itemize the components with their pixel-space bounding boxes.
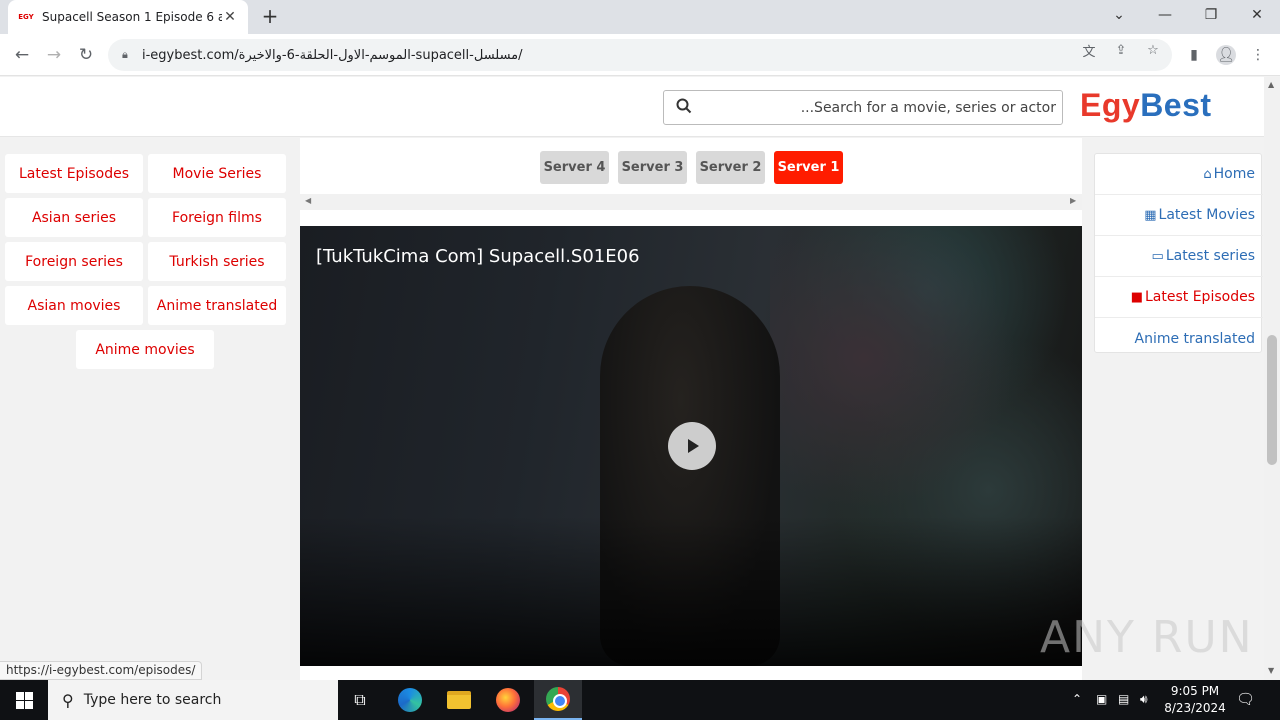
scroll-up-icon[interactable]: ▲ bbox=[1268, 80, 1274, 89]
category-turkish-series[interactable]: Turkish series bbox=[148, 242, 286, 281]
share-icon[interactable]: ⇪ bbox=[1112, 41, 1130, 59]
browser-tab[interactable]: EGY Supacell Season 1 Episode 6 and ✕ bbox=[8, 0, 248, 34]
chrome-icon bbox=[546, 687, 570, 711]
taskbar-search[interactable]: ⚲ Type here to search bbox=[48, 680, 338, 720]
video-camera-icon: ■ bbox=[1130, 289, 1143, 305]
bookmark-star-icon[interactable]: ☆ bbox=[1144, 41, 1162, 59]
scroll-down-icon[interactable]: ▼ bbox=[1268, 666, 1274, 675]
taskbar-chrome[interactable] bbox=[534, 680, 582, 720]
taskbar-file-explorer[interactable] bbox=[435, 680, 483, 720]
status-bar-url: https://i-egybest.com/episodes/ bbox=[0, 661, 203, 680]
play-icon bbox=[688, 439, 699, 453]
network-icon[interactable]: ▤ bbox=[1118, 692, 1129, 706]
new-tab-button[interactable]: + bbox=[258, 5, 282, 29]
clock-time: 9:05 PM bbox=[1170, 684, 1220, 698]
anyrun-watermark: ANY RUN bbox=[1040, 612, 1254, 663]
category-asian-movies[interactable]: Asian movies bbox=[5, 286, 143, 325]
windows-taskbar: ⚲ Type here to search ⧉ ⌃ ▣ ▤ 🔊︎ 9:05 PM… bbox=[0, 680, 1280, 720]
category-anime-translated[interactable]: Anime translated bbox=[148, 286, 286, 325]
taskbar-clock[interactable]: 9:05 PM 8/23/2024 bbox=[1160, 683, 1230, 717]
nav-anime-translated[interactable]: Anime translated bbox=[1095, 318, 1263, 359]
video-player[interactable]: [TukTukCima Com] Supacell.S01E06 bbox=[300, 226, 1082, 666]
profile-avatar-icon[interactable]: 👤︎ bbox=[1216, 45, 1236, 65]
scrollbar-thumb[interactable] bbox=[1267, 335, 1277, 465]
taskbar-edge[interactable] bbox=[386, 680, 434, 720]
side-navigation: ⌂ Home ▦ Latest Movies ▭ Latest series ■ Lat… bbox=[1094, 153, 1263, 353]
page-content: EgyBest Latest Episodes Movie Series Asi… bbox=[0, 77, 1264, 680]
category-movie-series[interactable]: Movie Series bbox=[148, 154, 286, 193]
scroll-left-icon[interactable]: ◀ bbox=[305, 196, 311, 205]
server-1-button[interactable]: Server 1 bbox=[774, 151, 843, 184]
nav-latest-movies[interactable]: ▦ Latest Movies bbox=[1095, 195, 1263, 236]
category-latest-episodes[interactable]: Latest Episodes bbox=[5, 154, 143, 193]
task-view-icon: ⧉ bbox=[354, 690, 366, 709]
nav-latest-episodes[interactable]: ■ Latest Episodes bbox=[1095, 277, 1263, 318]
search-input[interactable] bbox=[694, 99, 1056, 116]
start-button[interactable] bbox=[0, 680, 48, 720]
site-favicon-icon: EGY bbox=[18, 13, 34, 21]
tray-device-icon[interactable]: ▣ bbox=[1096, 692, 1107, 706]
nav-latest-series[interactable]: ▭ Latest series bbox=[1095, 236, 1263, 277]
lock-icon[interactable]: 🔒︎ bbox=[122, 48, 136, 62]
home-icon: ⌂ bbox=[1203, 166, 1212, 182]
clock-date: 8/23/2024 bbox=[1164, 701, 1226, 715]
film-icon: ▦ bbox=[1144, 207, 1157, 223]
site-header: EgyBest bbox=[0, 77, 1264, 137]
nav-latest-series-label: Latest series bbox=[1165, 248, 1255, 264]
taskbar-search-placeholder: Type here to search bbox=[83, 692, 222, 708]
site-search-box bbox=[663, 90, 1063, 125]
category-anime-movies[interactable]: Anime movies bbox=[76, 330, 214, 369]
tab-close-icon[interactable]: ✕ bbox=[222, 9, 238, 25]
notification-icon[interactable]: 🗨︎ bbox=[1236, 690, 1255, 708]
menu-kebab-icon[interactable]: ⋮ bbox=[1248, 45, 1268, 65]
nav-latest-episodes-label: Latest Episodes bbox=[1145, 289, 1255, 305]
vertical-scrollbar[interactable]: ▲ ▼ bbox=[1264, 77, 1280, 680]
address-bar[interactable]: 🔒︎ i-egybest.com/الموسم-الاول-الحلقة-6-و… bbox=[108, 39, 1172, 71]
tv-icon: ▭ bbox=[1151, 248, 1164, 264]
translate-icon[interactable]: 文 bbox=[1080, 41, 1098, 60]
server-selector: Server 4 Server 3 Server 2 Server 1 bbox=[300, 151, 1082, 185]
category-asian-series[interactable]: Asian series bbox=[5, 198, 143, 237]
forward-arrow-icon[interactable]: → bbox=[41, 42, 67, 68]
horizontal-scrollbar[interactable]: ◀ ▶ bbox=[300, 194, 1082, 210]
tray-chevron-icon[interactable]: ⌃ bbox=[1072, 692, 1082, 706]
category-foreign-films[interactable]: Foreign films bbox=[148, 198, 286, 237]
server-3-button[interactable]: Server 3 bbox=[618, 151, 687, 184]
search-icon: ⚲ bbox=[62, 690, 74, 710]
scroll-right-icon[interactable]: ▶ bbox=[1070, 196, 1076, 205]
task-view-button[interactable]: ⧉ bbox=[336, 680, 384, 720]
back-arrow-icon[interactable]: ← bbox=[9, 42, 35, 68]
nav-home[interactable]: ⌂ Home bbox=[1095, 154, 1263, 195]
browser-toolbar: ← → ↻ 🔒︎ i-egybest.com/الموسم-الاول-الحل… bbox=[0, 34, 1280, 76]
tab-title: Supacell Season 1 Episode 6 and bbox=[42, 10, 222, 24]
search-icon[interactable] bbox=[676, 98, 694, 118]
folder-icon bbox=[447, 691, 471, 709]
site-logo[interactable]: EgyBest bbox=[1080, 87, 1212, 124]
browser-tab-strip: EGY Supacell Season 1 Episode 6 and ✕ + … bbox=[0, 0, 1280, 34]
tab-search-chevron-icon[interactable]: ⌄ bbox=[1096, 0, 1142, 30]
edge-icon bbox=[398, 688, 422, 712]
windows-logo-icon bbox=[15, 691, 33, 709]
taskbar-firefox[interactable] bbox=[484, 680, 532, 720]
play-button[interactable] bbox=[668, 422, 716, 470]
video-title: [TukTukCima Com] Supacell.S01E06 bbox=[316, 246, 640, 267]
side-panel-icon[interactable]: ▮ bbox=[1184, 45, 1204, 65]
nav-home-label: Home bbox=[1213, 166, 1255, 182]
close-window-button[interactable]: ✕ bbox=[1234, 0, 1280, 30]
server-2-button[interactable]: Server 2 bbox=[696, 151, 765, 184]
reload-icon[interactable]: ↻ bbox=[73, 42, 99, 68]
restore-button[interactable]: ❐ bbox=[1188, 0, 1234, 30]
nav-anime-translated-label: Anime translated bbox=[1134, 330, 1256, 347]
player-section: Server 4 Server 3 Server 2 Server 1 ◀ ▶ … bbox=[300, 138, 1082, 680]
server-4-button[interactable]: Server 4 bbox=[540, 151, 609, 184]
url-text[interactable]: i-egybest.com/الموسم-الاول-الحلقة-6-والا… bbox=[142, 48, 523, 63]
minimize-button[interactable]: — bbox=[1142, 0, 1188, 30]
volume-icon[interactable]: 🔊︎ bbox=[1140, 692, 1148, 707]
nav-latest-movies-label: Latest Movies bbox=[1158, 207, 1255, 223]
firefox-icon bbox=[496, 688, 520, 712]
video-shade bbox=[300, 516, 1082, 666]
category-foreign-series[interactable]: Foreign series bbox=[5, 242, 143, 281]
